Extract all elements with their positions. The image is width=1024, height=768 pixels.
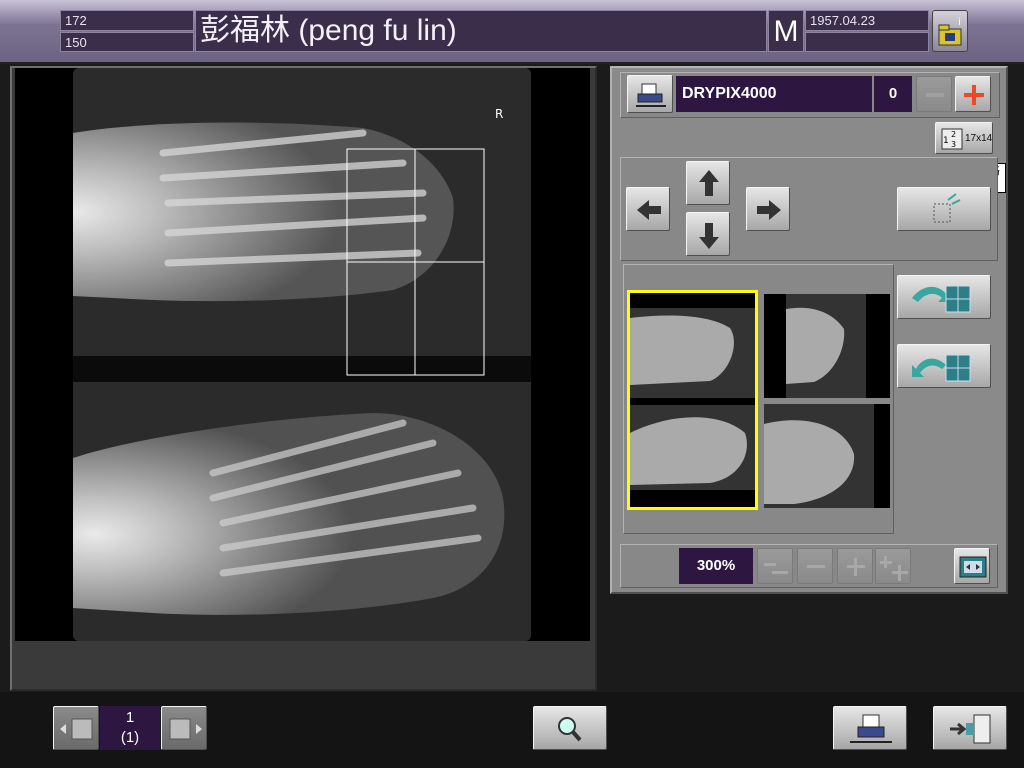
zoom-level: 300%: [679, 548, 753, 584]
control-panel: DRYPIX4000 0 1 2 3 17x14 变更格式: [610, 66, 1008, 594]
patient-header: 172 150 彭福林 (peng fu lin) M 1957.04.23 i: [0, 0, 1024, 64]
previous-page-button[interactable]: [53, 706, 99, 750]
total-pages: (1): [120, 729, 140, 746]
arrow-down-icon: [699, 223, 719, 249]
pan-down-button[interactable]: [686, 212, 730, 256]
magnify-button[interactable]: [533, 706, 607, 750]
move-next-layout-button[interactable]: [897, 275, 991, 319]
plus-icon: [847, 558, 865, 576]
printer-name: DRYPIX4000: [676, 76, 872, 112]
minus-icon: [807, 565, 825, 568]
pan-right-button[interactable]: [746, 187, 790, 231]
minus-icon: [926, 93, 944, 97]
patient-sex: M: [768, 10, 804, 52]
bottom-bar: 1 (1): [0, 692, 1024, 768]
exit-door-icon: [950, 714, 991, 744]
folder-info-icon: i: [938, 17, 962, 46]
arrow-up-icon: [699, 170, 719, 196]
svg-text:1: 1: [943, 136, 949, 146]
curved-arrow-left-layout-icon: [912, 354, 971, 382]
arrow-right-icon: [757, 200, 781, 220]
svg-text:3: 3: [951, 140, 956, 149]
format-size-label: 17x14: [965, 133, 993, 144]
change-format-button[interactable]: 1 2 3 17x14: [935, 122, 993, 154]
pan-left-button[interactable]: [626, 187, 670, 231]
zoom-in-button[interactable]: [837, 548, 873, 584]
magnifier-icon: [558, 717, 582, 742]
orientation-marker: R: [495, 107, 503, 121]
print-button[interactable]: [833, 706, 907, 750]
image-viewer[interactable]: R: [15, 68, 590, 641]
increase-count-button[interactable]: [955, 76, 991, 112]
zoom-out-large-button[interactable]: [757, 548, 793, 584]
double-minus-icon: [764, 563, 788, 574]
rotate-frame-button[interactable]: [897, 187, 991, 231]
printer-icon: [850, 714, 892, 743]
next-page-button[interactable]: [161, 706, 207, 750]
printer-select-button[interactable]: [627, 75, 673, 113]
arrow-left-icon: [637, 200, 661, 220]
plus-icon: [964, 85, 984, 105]
patient-id-field: 172: [60, 10, 194, 31]
printer-icon: [636, 83, 666, 107]
xray-image[interactable]: R: [73, 68, 531, 641]
decrease-count-button[interactable]: [916, 76, 952, 112]
thumbnail-1-selected[interactable]: [627, 290, 758, 510]
svg-text:2: 2: [951, 130, 956, 139]
move-previous-layout-button[interactable]: [897, 344, 991, 388]
previous-page-icon: [60, 718, 93, 740]
zoom-out-button[interactable]: [797, 548, 833, 584]
svg-text:i: i: [958, 17, 961, 28]
fit-screen-icon: [959, 556, 987, 578]
current-page: 1: [125, 709, 135, 726]
curved-arrow-right-layout-icon: [912, 285, 971, 313]
rotate-frame-icon: [933, 193, 961, 223]
page-indicator: 1 (1): [100, 706, 160, 750]
zoom-in-large-button[interactable]: [875, 548, 911, 584]
thumbnail-2[interactable]: [764, 294, 890, 398]
next-page-icon: [169, 718, 202, 740]
patient-secondary-field: 150: [60, 32, 194, 52]
double-plus-icon: [880, 556, 908, 581]
birth-date: 1957.04.23: [805, 10, 929, 31]
thumbnail-3[interactable]: [764, 404, 890, 508]
exit-button[interactable]: [933, 706, 1007, 750]
pan-up-button[interactable]: [686, 161, 730, 205]
patient-name: 彭福林 (peng fu lin): [195, 10, 767, 52]
fit-to-screen-button[interactable]: [954, 548, 990, 584]
header-empty-field: [805, 32, 929, 52]
folder-info-button[interactable]: i: [932, 10, 968, 52]
print-count: 0: [874, 76, 912, 112]
